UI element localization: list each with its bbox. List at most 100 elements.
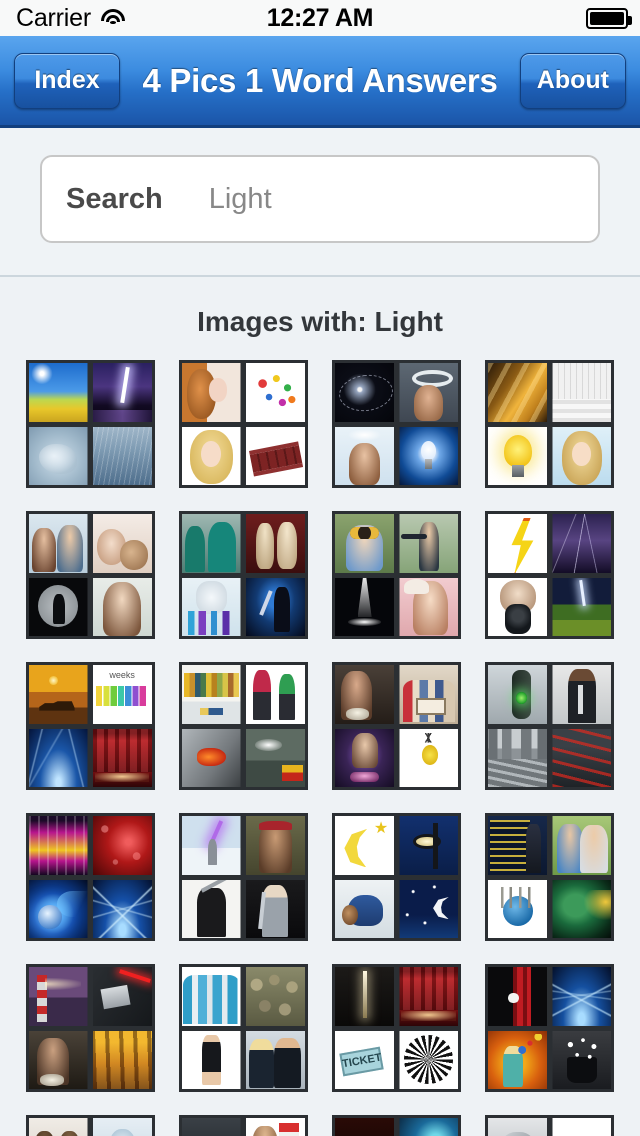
puzzle-tile-2[interactable] xyxy=(178,360,308,488)
tile-panel-3 xyxy=(28,426,88,485)
puzzle-tile-20[interactable] xyxy=(485,964,615,1092)
tile-panel-1 xyxy=(181,1118,241,1136)
scene-spiral xyxy=(399,1030,459,1089)
scene-shh xyxy=(92,577,152,636)
puzzle-tile-5[interactable] xyxy=(25,511,155,639)
search-input[interactable] xyxy=(208,182,586,216)
scene-neonball xyxy=(28,879,88,938)
tile-panel-3 xyxy=(335,1030,395,1089)
scene-boytablet xyxy=(335,728,395,787)
scene-trafficlight xyxy=(488,665,548,724)
tile-panel-2 xyxy=(399,665,459,724)
scene-binoculars xyxy=(335,514,395,573)
scene-idealamp xyxy=(399,728,459,787)
tile-panel-2 xyxy=(92,816,152,875)
scene-paintchips xyxy=(181,665,241,724)
puzzle-tile-16[interactable] xyxy=(485,813,615,941)
scene-stageblue xyxy=(28,728,88,787)
scene-dentist xyxy=(92,1118,152,1136)
tile-panel-3 xyxy=(28,577,88,636)
scene-crescent xyxy=(399,879,459,938)
puzzle-tile-17[interactable] xyxy=(25,964,155,1092)
scene-trafficjam xyxy=(552,728,612,787)
status-bar-right xyxy=(586,7,632,29)
puzzle-tile-19[interactable] xyxy=(332,964,462,1092)
scene-ninja xyxy=(181,879,241,938)
tile-panel-1 xyxy=(28,1118,88,1136)
puzzle-tile-21[interactable] xyxy=(25,1115,155,1136)
tile-panel-2 xyxy=(552,1118,612,1136)
scene-kidsbw xyxy=(28,1118,88,1136)
tile-panel-1 xyxy=(181,363,241,422)
about-button[interactable]: About xyxy=(519,52,626,109)
puzzle-tile-14[interactable] xyxy=(178,813,308,941)
puzzle-tile-9[interactable] xyxy=(25,662,155,790)
puzzle-tile-6[interactable] xyxy=(178,511,308,639)
tile-panel-4 xyxy=(92,426,152,485)
puzzle-tile-24[interactable] xyxy=(485,1115,615,1136)
tile-panel-4 xyxy=(552,728,612,787)
scene-blondesmile xyxy=(552,426,612,485)
scene-painter xyxy=(245,1118,305,1136)
scene-binoc2 xyxy=(552,1118,612,1136)
scene-makeup xyxy=(399,577,459,636)
scene-silhouette xyxy=(28,577,88,636)
scene-framedpic xyxy=(181,1118,241,1136)
puzzle-tile-3[interactable] xyxy=(332,360,462,488)
tile-panel-4 xyxy=(245,728,305,787)
scene-stormpurple xyxy=(552,514,612,573)
tile-panel-3 xyxy=(181,728,241,787)
scene-girlphone xyxy=(335,665,395,724)
tile-panel-4 xyxy=(92,1030,152,1089)
scene-couplemap xyxy=(552,816,612,875)
puzzle-tile-11[interactable] xyxy=(332,662,462,790)
tile-panel-4 xyxy=(245,1030,305,1089)
search-bar[interactable]: Search xyxy=(40,155,600,243)
tile-panel-1 xyxy=(488,363,548,422)
puzzle-tile-23[interactable] xyxy=(332,1115,462,1136)
scene-redcurtain xyxy=(399,967,459,1026)
scene-bizwoman xyxy=(181,1030,241,1089)
scene-space xyxy=(335,363,395,422)
puzzle-tile-7[interactable] xyxy=(332,511,462,639)
tile-panel-3 xyxy=(488,426,548,485)
scene-lighthouse xyxy=(28,967,88,1026)
tile-panel-3 xyxy=(335,728,395,787)
tile-panel-4 xyxy=(245,426,305,485)
tile-panel-3 xyxy=(335,879,395,938)
scene-autumn xyxy=(92,1030,152,1089)
tile-panel-3 xyxy=(335,426,395,485)
tile-panel-3 xyxy=(181,1030,241,1089)
puzzle-tile-4[interactable] xyxy=(485,360,615,488)
tile-panel-4 xyxy=(245,577,305,636)
puzzle-tile-18[interactable] xyxy=(178,964,308,1092)
puzzle-tile-15[interactable] xyxy=(332,813,462,941)
scene-moonsleep xyxy=(335,816,395,875)
scene-weekschart xyxy=(92,665,152,724)
tile-panel-1 xyxy=(335,1118,395,1136)
puzzle-tile-1[interactable] xyxy=(25,360,155,488)
scene-knight xyxy=(245,879,305,938)
index-button[interactable]: Index xyxy=(14,52,120,109)
tile-panel-4 xyxy=(552,879,612,938)
puzzle-tile-22[interactable] xyxy=(178,1115,308,1136)
tile-panel-3 xyxy=(181,426,241,485)
tile-panel-4 xyxy=(92,577,152,636)
puzzle-tile-13[interactable] xyxy=(25,813,155,941)
puzzle-tile-10[interactable] xyxy=(178,662,308,790)
tile-panel-2 xyxy=(399,816,459,875)
scene-lightning xyxy=(92,363,152,422)
tile-panel-1 xyxy=(181,967,241,1026)
scene-nurses xyxy=(181,967,241,1026)
scene-airportboard xyxy=(488,816,548,875)
scene-earthnight xyxy=(552,879,612,938)
scene-singer xyxy=(245,577,305,636)
tile-panel-4 xyxy=(552,577,612,636)
scene-lab xyxy=(181,577,241,636)
scene-candles xyxy=(335,1118,395,1136)
puzzle-tile-8[interactable] xyxy=(485,511,615,639)
tile-panel-2 xyxy=(399,967,459,1026)
status-bar: Carrier 12:27 AM xyxy=(0,0,640,36)
puzzle-tile-12[interactable] xyxy=(485,662,615,790)
scene-darkslit xyxy=(335,967,395,1026)
